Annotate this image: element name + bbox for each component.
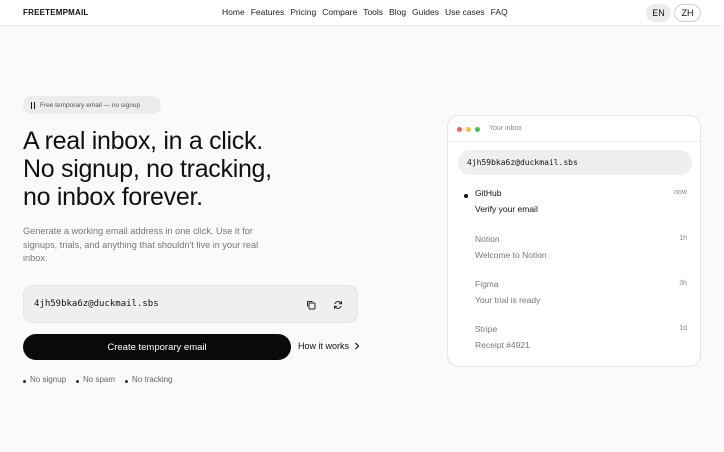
generated-email-address[interactable]: 4jh59bka6z@duckmail.sbs [34, 299, 159, 309]
hero-subtext: Generate a working email address in one … [23, 226, 259, 263]
hero-badge: Free temporary email — no signup [23, 96, 161, 114]
feature-label: No signup [30, 375, 67, 384]
message-subject: Welcome to Notion [475, 250, 547, 260]
unread-dot-icon [464, 194, 468, 198]
inbox-message[interactable]: Figma Your trial is ready 3h [448, 279, 702, 319]
message-time: 3h [679, 280, 687, 287]
nav-guides[interactable]: Guides [412, 7, 439, 17]
brand-logo[interactable]: FREETEMPMAIL [23, 8, 89, 17]
headline-line-3: no inbox forever. [23, 183, 203, 211]
message-time: 1h [679, 235, 687, 242]
nav-compare[interactable]: Compare [322, 7, 357, 17]
nav-blog[interactable]: Blog [389, 7, 406, 17]
bullet-icon [125, 379, 129, 383]
create-temporary-email-button[interactable]: Create temporary email [23, 334, 291, 360]
message-sender: GitHub [475, 188, 502, 198]
refresh-icon [334, 301, 342, 309]
pause-icon [31, 101, 35, 109]
hero-headline: A real inbox, in a click. No signup, no … [23, 127, 353, 211]
headline-line-1: A real inbox, in a click. [23, 127, 263, 155]
nav-use-cases[interactable]: Use cases [445, 7, 485, 17]
feature-label: No spam [83, 375, 116, 384]
message-time: now [674, 189, 687, 196]
bullet-icon [76, 379, 80, 383]
message-subject: Your trial is ready [475, 295, 541, 305]
inbox-message[interactable]: Notion Welcome to Notion 1h [448, 234, 702, 274]
feature-label: No tracking [132, 375, 173, 384]
feature-list: No signup No spam No tracking [23, 375, 183, 384]
feature-item: No tracking [125, 375, 173, 384]
headline-line-2: No signup, no tracking, [23, 155, 272, 183]
message-sender: Stripe [475, 324, 498, 334]
hero-badge-label: Free temporary email — no signup [40, 101, 141, 109]
inbox-window-header: Your inbox [448, 116, 702, 142]
copy-icon [307, 301, 316, 310]
top-navigation-bar: FREETEMPMAIL Home Features Pricing Compa… [0, 0, 724, 26]
message-subject: Receipt #4921 [475, 340, 530, 350]
window-minimize-dot-icon [466, 127, 471, 132]
language-zh-button[interactable]: ZH [674, 4, 701, 22]
refresh-button[interactable] [328, 295, 348, 315]
message-time: 1d [679, 325, 687, 332]
message-sender: Figma [475, 279, 499, 289]
nav-tools[interactable]: Tools [363, 7, 383, 17]
generated-email-field[interactable]: 4jh59bka6z@duckmail.sbs [23, 285, 358, 323]
language-en-button[interactable]: EN [646, 4, 671, 22]
nav-faq[interactable]: FAQ [491, 7, 508, 17]
inbox-message[interactable]: GitHub Verify your email now [448, 188, 702, 228]
bullet-icon [23, 379, 26, 383]
message-subject: Verify your email [475, 204, 538, 214]
inbox-address[interactable]: 4jh59bka6z@duckmail.sbs [458, 150, 692, 175]
chevron-right-icon [355, 342, 360, 350]
nav-pricing[interactable]: Pricing [290, 7, 316, 17]
inbox-title: Your inbox [489, 125, 522, 132]
nav-home[interactable]: Home [222, 7, 245, 17]
how-it-works-label: How it works [298, 341, 350, 351]
feature-item: No spam [76, 375, 115, 384]
main-nav: Home Features Pricing Compare Tools Blog… [222, 7, 514, 17]
feature-item: No signup [23, 375, 66, 384]
inbox-preview-card: Your inbox 4jh59bka6z@duckmail.sbs GitHu… [447, 115, 702, 367]
copy-button[interactable] [301, 295, 321, 315]
message-sender: Notion [475, 234, 500, 244]
window-maximize-dot-icon [475, 127, 480, 132]
nav-features[interactable]: Features [251, 7, 285, 17]
window-close-dot-icon [457, 127, 462, 132]
inbox-message[interactable]: Stripe Receipt #4921 1d [448, 324, 702, 364]
how-it-works-link[interactable]: How it works [298, 341, 360, 351]
